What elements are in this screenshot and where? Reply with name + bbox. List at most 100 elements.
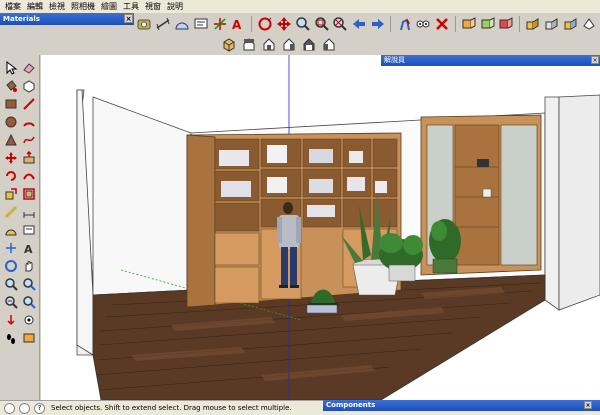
right-wall: [544, 96, 560, 311]
status-info-icon[interactable]: [19, 402, 30, 414]
arc-icon[interactable]: [20, 113, 37, 130]
instructor-close-button[interactable]: ×: [591, 56, 599, 64]
display-section-icon[interactable]: [479, 15, 496, 33]
text-icon[interactable]: [192, 15, 209, 33]
menu-draw[interactable]: 繪圖: [98, 0, 120, 13]
menu-view[interactable]: 檢視: [46, 0, 68, 13]
axes-icon[interactable]: [211, 15, 228, 33]
3d-text-tool-icon[interactable]: A: [20, 239, 37, 256]
polygon-icon[interactable]: [2, 131, 19, 148]
status-message: Select objects. Shift to extend select. …: [51, 404, 292, 412]
line-icon[interactable]: [20, 95, 37, 112]
zoom-window-icon[interactable]: [313, 15, 330, 33]
previous-tool-icon[interactable]: [20, 293, 37, 310]
push-pull-icon[interactable]: [20, 149, 37, 166]
next-view-icon[interactable]: [370, 15, 387, 33]
circle-icon[interactable]: [2, 113, 19, 130]
paint-bucket-icon[interactable]: [2, 77, 19, 94]
cabinet-ornament: [477, 159, 489, 167]
main-toolbar: A: [136, 13, 600, 35]
iso-view-icon[interactable]: [220, 35, 238, 53]
components-panel-title: Components: [326, 401, 376, 409]
zoom-extents-tool-icon[interactable]: [2, 293, 19, 310]
components-panel-titlebar[interactable]: Components ×: [323, 400, 600, 411]
toolbar-separator: [390, 16, 394, 32]
left-toolbar: A: [0, 55, 40, 400]
zoom-tool-icon[interactable]: [2, 275, 19, 292]
menu-bar: 檔案 編輯 檢視 照相機 繪圖 工具 視窗 說明: [0, 0, 600, 13]
right-wall-face: [558, 94, 600, 311]
look-around-tool-icon[interactable]: [20, 311, 37, 328]
menu-tools[interactable]: 工具: [120, 0, 142, 13]
protractor-icon[interactable]: [174, 15, 191, 33]
get-models-icon[interactable]: [562, 15, 579, 33]
share-model-icon[interactable]: [581, 15, 598, 33]
zoom-extents-icon[interactable]: [332, 15, 349, 33]
status-circle-icon[interactable]: [4, 402, 15, 414]
modeling-viewport[interactable]: [41, 55, 600, 400]
position-camera-tool-icon[interactable]: [2, 311, 19, 328]
menu-help[interactable]: 說明: [164, 0, 186, 13]
3d-text-icon[interactable]: A: [230, 15, 247, 33]
menu-window[interactable]: 視窗: [142, 0, 164, 13]
materials-close-button[interactable]: ×: [124, 14, 133, 23]
dimension-tool-icon[interactable]: [20, 203, 37, 220]
components-close-button[interactable]: ×: [584, 401, 592, 409]
menu-camera[interactable]: 照相機: [68, 0, 98, 13]
views-toolbar: [220, 34, 340, 54]
orbit-tool-icon[interactable]: [2, 257, 19, 274]
pan-tool-icon[interactable]: [20, 257, 37, 274]
text-tool-icon[interactable]: [20, 221, 37, 238]
right-view-icon[interactable]: [280, 35, 298, 53]
move-icon[interactable]: [2, 149, 19, 166]
make-component-icon[interactable]: [20, 77, 37, 94]
instructor-panel-titlebar[interactable]: 解說員 ×: [381, 55, 600, 66]
section-plane-icon[interactable]: [460, 15, 477, 33]
axes-tool-icon[interactable]: [2, 239, 19, 256]
shadow-settings-icon[interactable]: [525, 15, 542, 33]
orbit-icon[interactable]: [257, 15, 274, 33]
walk-icon[interactable]: [396, 15, 413, 33]
plant-right: [429, 219, 461, 274]
select-arrow-icon[interactable]: [2, 59, 19, 76]
follow-me-icon[interactable]: [20, 167, 37, 184]
cabinet-open-shelves: [454, 124, 500, 266]
scale-icon[interactable]: [2, 185, 19, 202]
fog-icon[interactable]: [543, 15, 560, 33]
tape-measure-tool-icon[interactable]: [2, 203, 19, 220]
freehand-icon[interactable]: [20, 131, 37, 148]
zoom-window-tool-icon[interactable]: [20, 275, 37, 292]
zoom-icon[interactable]: [294, 15, 311, 33]
dimension-icon[interactable]: [155, 15, 172, 33]
left-view-icon[interactable]: [320, 35, 338, 53]
back-left-wall: [92, 96, 192, 296]
sketchup-window: 檔案 編輯 檢視 照相機 繪圖 工具 視窗 說明 Materials × A A…: [0, 0, 600, 415]
back-view-icon[interactable]: [300, 35, 318, 53]
display-section-cuts-icon[interactable]: [498, 15, 515, 33]
offset-icon[interactable]: [20, 185, 37, 202]
rectangle-icon[interactable]: [2, 95, 19, 112]
pan-icon[interactable]: [275, 15, 292, 33]
toolbar-separator: [454, 16, 459, 32]
walk-tool-icon[interactable]: [2, 329, 19, 346]
rotate-icon[interactable]: [2, 167, 19, 184]
look-around-icon[interactable]: [415, 15, 432, 33]
front-view-icon[interactable]: [260, 35, 278, 53]
toolbar-separator: [518, 16, 523, 32]
section-plane-tool-icon[interactable]: [20, 329, 37, 346]
previous-view-icon[interactable]: [351, 15, 368, 33]
position-camera-icon[interactable]: [434, 15, 451, 33]
eraser-icon[interactable]: [20, 59, 37, 76]
menu-edit[interactable]: 編輯: [24, 0, 46, 13]
instructor-panel-title: 解說員: [384, 56, 405, 64]
svg-text:A: A: [232, 18, 242, 32]
menu-file[interactable]: 檔案: [2, 0, 24, 13]
top-view-icon[interactable]: [240, 35, 258, 53]
tape-measure-icon[interactable]: [136, 15, 153, 33]
materials-panel-titlebar[interactable]: Materials ×: [0, 13, 134, 25]
cabinet-glass-right: [500, 124, 538, 266]
toolbar-separator: [250, 16, 255, 32]
help-icon[interactable]: ?: [34, 402, 45, 414]
protractor-tool-icon[interactable]: [2, 221, 19, 238]
materials-panel-title: Materials: [3, 15, 40, 23]
